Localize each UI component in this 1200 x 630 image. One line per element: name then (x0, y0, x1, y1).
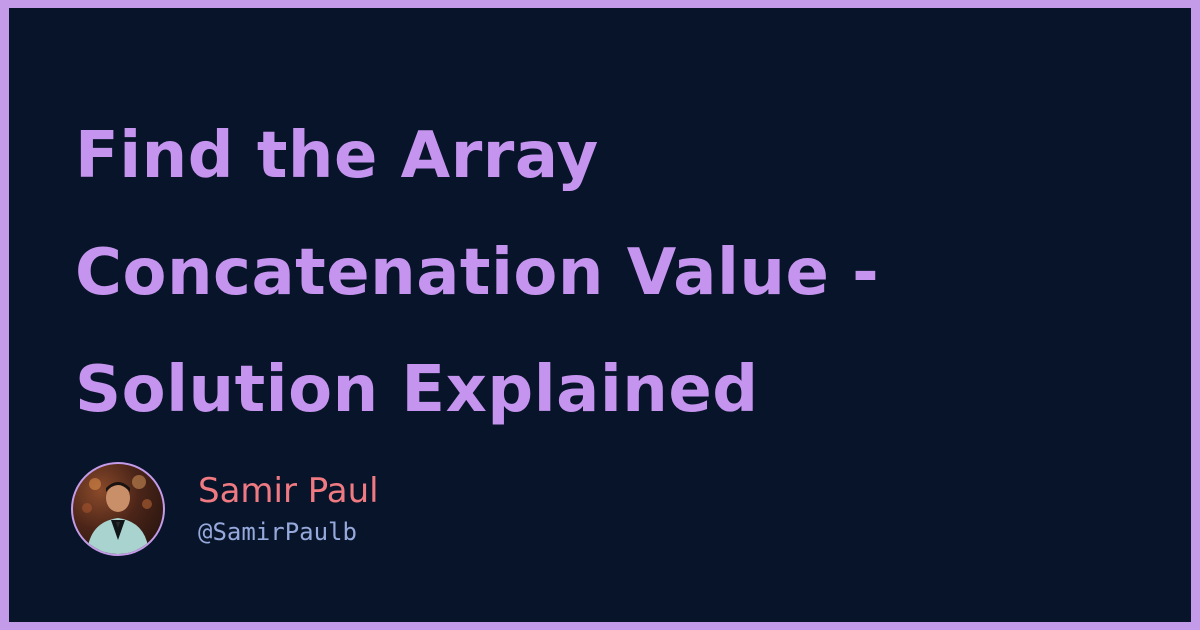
title-line-1: Find the Array (75, 119, 599, 193)
person-photo-icon (82, 475, 152, 554)
page-title: Find the Array Concatenation Value - Sol… (75, 98, 1155, 449)
author-name: Samir Paul (198, 471, 379, 511)
author-text: Samir Paul @SamirPaulb (198, 470, 379, 548)
title-line-3: Solution Explained (75, 353, 759, 427)
avatar (71, 462, 165, 556)
og-card: Find the Array Concatenation Value - Sol… (9, 8, 1191, 622)
title-line-2: Concatenation Value - (75, 236, 880, 310)
author-handle: @SamirPaulb (198, 518, 357, 546)
author-block: Samir Paul @SamirPaulb (71, 460, 379, 558)
